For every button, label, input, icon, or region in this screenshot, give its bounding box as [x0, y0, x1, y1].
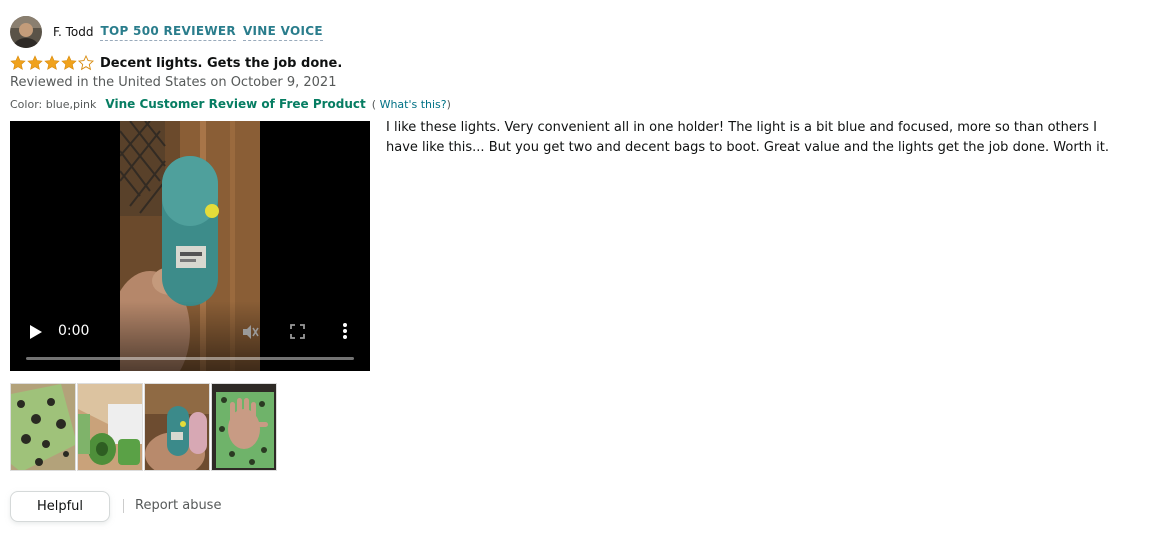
report-abuse-link[interactable]: Report abuse	[135, 498, 221, 513]
video-player[interactable]: 0:00	[10, 121, 370, 371]
color-variant: Color: blue,pink	[10, 97, 97, 111]
review-image-thumbnail[interactable]	[77, 383, 143, 471]
star-rating[interactable]	[10, 55, 94, 71]
review-image-thumbnail[interactable]	[10, 383, 76, 471]
review-image-thumbnail[interactable]	[211, 383, 277, 471]
fullscreen-icon[interactable]	[290, 324, 305, 339]
whats-this-open-paren: (	[371, 97, 377, 111]
volume-icon[interactable]	[241, 323, 259, 341]
whats-this-close-paren: )	[446, 97, 451, 111]
review-header: Decent lights. Gets the job done.	[10, 54, 342, 72]
review-meta: Color: blue,pink Vine Customer Review of…	[10, 96, 451, 112]
review-date: Reviewed in the United States on October…	[10, 75, 337, 90]
review-image-lights	[145, 384, 209, 470]
review-image-gallery	[10, 383, 278, 471]
play-icon[interactable]	[30, 325, 42, 339]
vine-voice-badge[interactable]: VINE VOICE	[242, 24, 323, 41]
review-body: I like these lights. Very convenient all…	[386, 120, 1109, 155]
review-image-thumbnail[interactable]	[144, 383, 210, 471]
review-image-bags	[11, 384, 75, 470]
review-image-box	[78, 384, 142, 470]
video-time: 0:00	[58, 323, 90, 339]
video-controls: 0:00	[10, 301, 370, 371]
whats-this: ( What's this?)	[372, 98, 451, 111]
video-progress-bar[interactable]	[26, 357, 354, 360]
review-title[interactable]: Decent lights. Gets the job done.	[100, 56, 342, 71]
vine-label: Vine Customer Review of Free Product	[105, 97, 366, 111]
avatar[interactable]	[10, 16, 42, 48]
whats-this-link[interactable]: What's this?	[380, 98, 447, 111]
more-options-icon[interactable]	[342, 322, 348, 340]
action-divider	[123, 499, 124, 513]
reviewer-profile[interactable]: F. Todd TOP 500 REVIEWER VINE VOICE	[10, 16, 323, 48]
reviewer-name[interactable]: F. Todd	[53, 25, 93, 39]
star-icons	[10, 55, 94, 70]
top-reviewer-badge[interactable]: TOP 500 REVIEWER	[100, 24, 236, 41]
helpful-button[interactable]: Helpful	[10, 491, 110, 522]
review-image-hand	[212, 384, 276, 470]
